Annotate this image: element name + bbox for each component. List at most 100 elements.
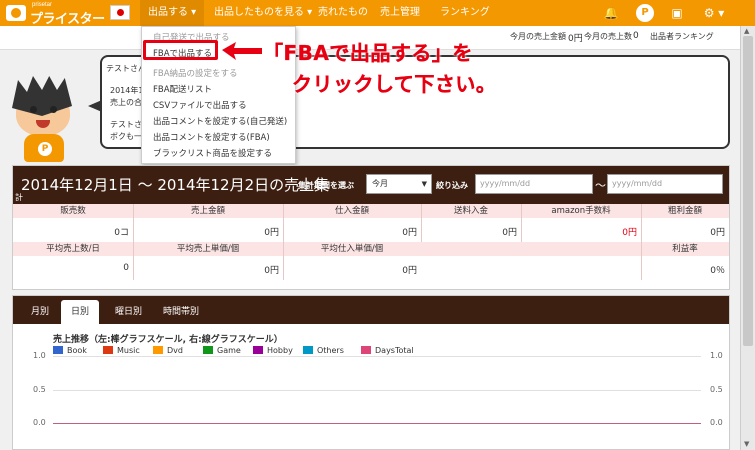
- chart-tabs: 月別 日別 曜日別 時間帯別: [13, 296, 729, 324]
- bubble-line: ボクも一: [110, 132, 142, 141]
- header-sales-amount: 売上金額: [190, 206, 225, 216]
- summary-row2-headers: 平均売上数/日 平均売上単価/個 平均仕入単価/個 利益率: [13, 242, 729, 256]
- value-avg-sales-per-day: 0: [123, 263, 129, 273]
- legend-swatch: [203, 346, 213, 354]
- bell-icon[interactable]: 🔔: [602, 4, 620, 22]
- sales-chart-panel: 月別 日別 曜日別 時間帯別 売上推移（左:棒グラフスケール, 右:線グラフスケ…: [12, 295, 730, 450]
- user-icon[interactable]: ▣: [668, 4, 686, 22]
- header-shipping: 送料入金: [453, 206, 488, 216]
- stat-sales-amount-label: 今月の売上金額: [510, 32, 566, 41]
- callout-text-line1: 「FBAで出品する」を: [263, 41, 473, 65]
- value-purchase-amount: 0円: [402, 228, 417, 238]
- legend-swatch: [153, 346, 163, 354]
- logo-mark-icon: [6, 5, 26, 21]
- nav-view-listings[interactable]: 出品したものを見る ▾: [206, 0, 320, 26]
- page-scrollbar[interactable]: ▲ ▼: [740, 26, 755, 450]
- header-purchase-amount: 仕入金額: [334, 206, 369, 216]
- legend-item[interactable]: Music: [103, 346, 140, 355]
- period-select[interactable]: 今月 ▼: [366, 174, 432, 194]
- legend-swatch: [361, 346, 371, 354]
- date-to-input[interactable]: yyyy/mm/dd: [607, 174, 723, 194]
- callout-text-line2: クリックして下さい。: [292, 72, 497, 96]
- legend-item[interactable]: Hobby: [253, 346, 293, 355]
- value-sales-count: 0コ: [114, 228, 129, 238]
- summary-date-tail: 計: [15, 193, 23, 202]
- value-shipping: 0円: [502, 228, 517, 238]
- bubble-line: 売上の合: [110, 98, 142, 107]
- logo[interactable]: prisetar プライスター: [6, 2, 106, 27]
- nav-listing[interactable]: 出品する ▾: [140, 0, 205, 26]
- legend-item[interactable]: Dvd: [153, 346, 183, 355]
- y-tick-left: 0.5: [33, 385, 46, 394]
- nav-ranking[interactable]: ランキング: [432, 0, 498, 26]
- value-avg-sale-price: 0円: [264, 266, 279, 276]
- logo-text: プライスター: [30, 12, 105, 27]
- header-sales-count: 販売数: [60, 206, 86, 216]
- dropdown-item-comment-self[interactable]: 出品コメントを設定する(自己発送): [153, 115, 287, 127]
- summary-row1-values: 0コ 0円 0円 0円 0円 0円: [13, 218, 729, 240]
- stat-ranking-label: 出品者ランキング: [650, 32, 714, 41]
- value-gross-profit: 0円: [710, 228, 725, 238]
- legend-item[interactable]: DaysTotal: [361, 346, 414, 355]
- legend-swatch: [253, 346, 263, 354]
- stat-sales-count-value: 0: [633, 31, 639, 41]
- chevron-down-icon: ▼: [421, 180, 427, 188]
- value-sales-amount: 0円: [264, 228, 279, 238]
- dropdown-item-fba-settings[interactable]: FBA納品の設定をする: [153, 67, 238, 79]
- legend-swatch: [103, 346, 113, 354]
- filter-label: 絞り込み: [436, 181, 468, 190]
- highlight-box: [143, 40, 218, 60]
- scrollbar-thumb[interactable]: [743, 36, 753, 346]
- period-label: 集計期間を選ぶ: [298, 181, 354, 190]
- legend-item[interactable]: Game: [203, 346, 241, 355]
- stat-sales-count-label: 今月の売上数: [584, 32, 632, 41]
- header-avg-sale-price: 平均売上単価/個: [176, 244, 240, 254]
- summary-header: 2014年12月1日 ～ 2014年12月2日の売上集 計 集計期間を選ぶ 今月…: [13, 166, 729, 204]
- value-avg-purchase-price: 0円: [402, 266, 417, 276]
- date-tilde: ～: [595, 179, 606, 192]
- tab-weekday[interactable]: 曜日別: [105, 300, 152, 324]
- tab-hourly[interactable]: 時間帯別: [153, 300, 209, 324]
- header-gross-profit: 粗利金額: [667, 206, 702, 216]
- grid-line: [53, 390, 701, 391]
- legend-item[interactable]: Others: [303, 346, 344, 355]
- scroll-down-icon[interactable]: ▼: [744, 440, 749, 448]
- date-from-input[interactable]: yyyy/mm/dd: [475, 174, 593, 194]
- header-amazon-fee: amazon手数料: [551, 206, 611, 216]
- dropdown-item-blacklist[interactable]: ブラックリスト商品を設定する: [153, 147, 272, 159]
- y-tick-right: 1.0: [710, 351, 723, 360]
- y-tick-left: 0.0: [33, 418, 46, 427]
- tab-daily[interactable]: 日別: [61, 300, 100, 324]
- dropdown-item-fba-shipping-list[interactable]: FBA配送リスト: [153, 83, 212, 95]
- nav-sales-management[interactable]: 売上管理: [372, 0, 428, 26]
- header-profit-rate: 利益率: [672, 244, 698, 254]
- p-icon[interactable]: P: [636, 4, 654, 22]
- dropdown-item-csv[interactable]: CSVファイルで出品する: [153, 99, 247, 111]
- value-profit-rate: 0％: [710, 266, 725, 276]
- legend-item[interactable]: Book: [53, 346, 87, 355]
- sales-summary-panel: 2014年12月1日 ～ 2014年12月2日の売上集 計 集計期間を選ぶ 今月…: [12, 165, 730, 290]
- scroll-up-icon[interactable]: ▲: [744, 27, 749, 35]
- legend-swatch: [303, 346, 313, 354]
- japan-flag-icon[interactable]: [110, 5, 130, 20]
- tab-monthly[interactable]: 月別: [21, 300, 59, 324]
- legend-swatch: [53, 346, 63, 354]
- stat-sales-amount-value: 0円: [568, 34, 583, 44]
- summary-row1-headers: 販売数 売上金額 仕入金額 送料入金 amazon手数料 粗利金額: [13, 204, 729, 218]
- nav-sold[interactable]: 売れたもの: [310, 0, 376, 26]
- top-navbar: prisetar プライスター 出品する ▾ 出品したものを見る ▾ 売れたもの…: [0, 0, 755, 27]
- dropdown-item-comment-fba[interactable]: 出品コメントを設定する(FBA): [153, 131, 270, 143]
- callout-arrow-icon: [222, 42, 262, 60]
- grid-line: [53, 423, 701, 424]
- mascot-character: P: [4, 70, 84, 162]
- grid-line: [53, 356, 701, 357]
- bubble-line: テストさん: [106, 64, 146, 73]
- gear-icon[interactable]: ⚙ ▾: [700, 4, 728, 22]
- header-avg-purchase-price: 平均仕入単価/個: [320, 244, 384, 254]
- value-amazon-fee: 0円: [622, 228, 637, 238]
- y-tick-left: 1.0: [33, 351, 46, 360]
- summary-date-range: 2014年12月1日 ～ 2014年12月2日の売上集: [21, 176, 330, 194]
- y-tick-right: 0.5: [710, 385, 723, 394]
- y-tick-right: 0.0: [710, 418, 723, 427]
- summary-row2-values: 0 0円 0円 0％: [13, 256, 729, 278]
